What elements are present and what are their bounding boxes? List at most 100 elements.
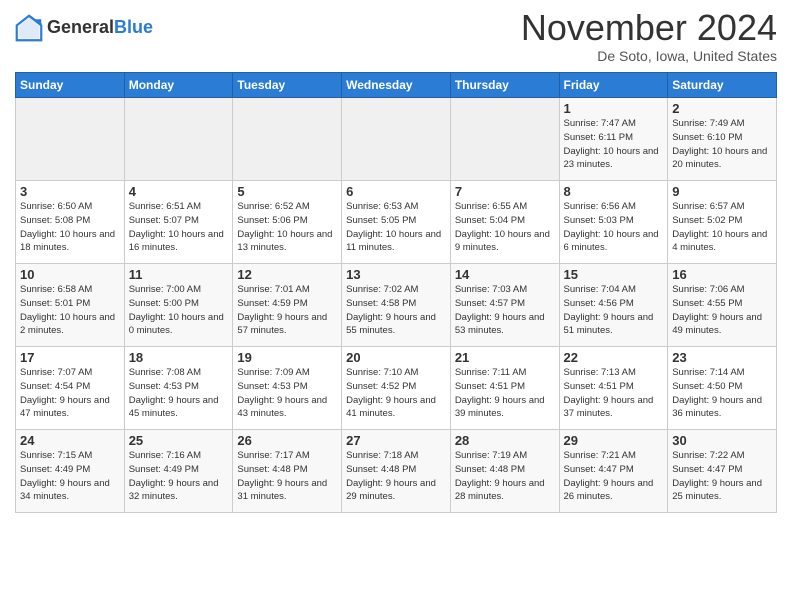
day-cell: 13Sunrise: 7:02 AM Sunset: 4:58 PM Dayli… <box>342 264 451 347</box>
weekday-header-friday: Friday <box>559 73 668 98</box>
day-cell: 14Sunrise: 7:03 AM Sunset: 4:57 PM Dayli… <box>450 264 559 347</box>
day-cell: 6Sunrise: 6:53 AM Sunset: 5:05 PM Daylig… <box>342 181 451 264</box>
day-cell: 28Sunrise: 7:19 AM Sunset: 4:48 PM Dayli… <box>450 430 559 513</box>
day-number: 12 <box>237 267 337 282</box>
day-cell: 18Sunrise: 7:08 AM Sunset: 4:53 PM Dayli… <box>124 347 233 430</box>
logo-name: GeneralBlue <box>47 18 153 38</box>
day-number: 17 <box>20 350 120 365</box>
day-number: 13 <box>346 267 446 282</box>
day-cell: 11Sunrise: 7:00 AM Sunset: 5:00 PM Dayli… <box>124 264 233 347</box>
day-number: 8 <box>564 184 664 199</box>
day-cell: 17Sunrise: 7:07 AM Sunset: 4:54 PM Dayli… <box>16 347 125 430</box>
day-cell: 25Sunrise: 7:16 AM Sunset: 4:49 PM Dayli… <box>124 430 233 513</box>
day-cell: 23Sunrise: 7:14 AM Sunset: 4:50 PM Dayli… <box>668 347 777 430</box>
day-cell: 19Sunrise: 7:09 AM Sunset: 4:53 PM Dayli… <box>233 347 342 430</box>
day-info: Sunrise: 7:15 AM Sunset: 4:49 PM Dayligh… <box>20 449 120 504</box>
day-number: 5 <box>237 184 337 199</box>
day-number: 18 <box>129 350 229 365</box>
logo-icon <box>15 14 43 42</box>
day-cell: 26Sunrise: 7:17 AM Sunset: 4:48 PM Dayli… <box>233 430 342 513</box>
day-info: Sunrise: 7:19 AM Sunset: 4:48 PM Dayligh… <box>455 449 555 504</box>
day-number: 9 <box>672 184 772 199</box>
day-info: Sunrise: 7:13 AM Sunset: 4:51 PM Dayligh… <box>564 366 664 421</box>
day-cell: 3Sunrise: 6:50 AM Sunset: 5:08 PM Daylig… <box>16 181 125 264</box>
day-number: 28 <box>455 433 555 448</box>
day-info: Sunrise: 6:50 AM Sunset: 5:08 PM Dayligh… <box>20 200 120 255</box>
weekday-header-monday: Monday <box>124 73 233 98</box>
day-info: Sunrise: 7:17 AM Sunset: 4:48 PM Dayligh… <box>237 449 337 504</box>
day-cell: 8Sunrise: 6:56 AM Sunset: 5:03 PM Daylig… <box>559 181 668 264</box>
weekday-header-row: SundayMondayTuesdayWednesdayThursdayFrid… <box>16 73 777 98</box>
day-cell: 22Sunrise: 7:13 AM Sunset: 4:51 PM Dayli… <box>559 347 668 430</box>
day-cell <box>124 98 233 181</box>
week-row-2: 3Sunrise: 6:50 AM Sunset: 5:08 PM Daylig… <box>16 181 777 264</box>
week-row-1: 1Sunrise: 7:47 AM Sunset: 6:11 PM Daylig… <box>16 98 777 181</box>
day-cell: 2Sunrise: 7:49 AM Sunset: 6:10 PM Daylig… <box>668 98 777 181</box>
day-info: Sunrise: 7:47 AM Sunset: 6:11 PM Dayligh… <box>564 117 664 172</box>
day-cell <box>233 98 342 181</box>
day-cell: 30Sunrise: 7:22 AM Sunset: 4:47 PM Dayli… <box>668 430 777 513</box>
day-number: 1 <box>564 101 664 116</box>
day-info: Sunrise: 7:49 AM Sunset: 6:10 PM Dayligh… <box>672 117 772 172</box>
day-info: Sunrise: 7:16 AM Sunset: 4:49 PM Dayligh… <box>129 449 229 504</box>
day-number: 29 <box>564 433 664 448</box>
day-number: 20 <box>346 350 446 365</box>
weekday-header-tuesday: Tuesday <box>233 73 342 98</box>
calendar-table: SundayMondayTuesdayWednesdayThursdayFrid… <box>15 72 777 513</box>
day-number: 14 <box>455 267 555 282</box>
day-info: Sunrise: 7:08 AM Sunset: 4:53 PM Dayligh… <box>129 366 229 421</box>
day-cell: 15Sunrise: 7:04 AM Sunset: 4:56 PM Dayli… <box>559 264 668 347</box>
day-number: 19 <box>237 350 337 365</box>
day-info: Sunrise: 7:10 AM Sunset: 4:52 PM Dayligh… <box>346 366 446 421</box>
day-info: Sunrise: 7:00 AM Sunset: 5:00 PM Dayligh… <box>129 283 229 338</box>
week-row-5: 24Sunrise: 7:15 AM Sunset: 4:49 PM Dayli… <box>16 430 777 513</box>
day-number: 26 <box>237 433 337 448</box>
day-info: Sunrise: 6:57 AM Sunset: 5:02 PM Dayligh… <box>672 200 772 255</box>
day-info: Sunrise: 6:51 AM Sunset: 5:07 PM Dayligh… <box>129 200 229 255</box>
week-row-4: 17Sunrise: 7:07 AM Sunset: 4:54 PM Dayli… <box>16 347 777 430</box>
day-info: Sunrise: 7:21 AM Sunset: 4:47 PM Dayligh… <box>564 449 664 504</box>
day-info: Sunrise: 6:52 AM Sunset: 5:06 PM Dayligh… <box>237 200 337 255</box>
day-cell: 12Sunrise: 7:01 AM Sunset: 4:59 PM Dayli… <box>233 264 342 347</box>
day-cell: 24Sunrise: 7:15 AM Sunset: 4:49 PM Dayli… <box>16 430 125 513</box>
day-info: Sunrise: 7:09 AM Sunset: 4:53 PM Dayligh… <box>237 366 337 421</box>
day-cell: 5Sunrise: 6:52 AM Sunset: 5:06 PM Daylig… <box>233 181 342 264</box>
day-number: 11 <box>129 267 229 282</box>
day-number: 2 <box>672 101 772 116</box>
month-title: November 2024 <box>521 10 777 46</box>
day-info: Sunrise: 6:56 AM Sunset: 5:03 PM Dayligh… <box>564 200 664 255</box>
day-number: 10 <box>20 267 120 282</box>
logo: GeneralBlue <box>15 14 153 42</box>
day-info: Sunrise: 7:22 AM Sunset: 4:47 PM Dayligh… <box>672 449 772 504</box>
week-row-3: 10Sunrise: 6:58 AM Sunset: 5:01 PM Dayli… <box>16 264 777 347</box>
weekday-header-wednesday: Wednesday <box>342 73 451 98</box>
day-cell: 7Sunrise: 6:55 AM Sunset: 5:04 PM Daylig… <box>450 181 559 264</box>
day-cell: 29Sunrise: 7:21 AM Sunset: 4:47 PM Dayli… <box>559 430 668 513</box>
day-info: Sunrise: 7:01 AM Sunset: 4:59 PM Dayligh… <box>237 283 337 338</box>
day-number: 25 <box>129 433 229 448</box>
day-info: Sunrise: 7:04 AM Sunset: 4:56 PM Dayligh… <box>564 283 664 338</box>
day-number: 6 <box>346 184 446 199</box>
weekday-header-sunday: Sunday <box>16 73 125 98</box>
day-number: 15 <box>564 267 664 282</box>
weekday-header-saturday: Saturday <box>668 73 777 98</box>
location: De Soto, Iowa, United States <box>521 48 777 64</box>
day-info: Sunrise: 6:58 AM Sunset: 5:01 PM Dayligh… <box>20 283 120 338</box>
day-cell <box>342 98 451 181</box>
day-number: 7 <box>455 184 555 199</box>
day-cell: 10Sunrise: 6:58 AM Sunset: 5:01 PM Dayli… <box>16 264 125 347</box>
title-block: November 2024 De Soto, Iowa, United Stat… <box>521 10 777 64</box>
day-cell: 1Sunrise: 7:47 AM Sunset: 6:11 PM Daylig… <box>559 98 668 181</box>
day-info: Sunrise: 7:18 AM Sunset: 4:48 PM Dayligh… <box>346 449 446 504</box>
day-number: 22 <box>564 350 664 365</box>
day-info: Sunrise: 7:11 AM Sunset: 4:51 PM Dayligh… <box>455 366 555 421</box>
day-info: Sunrise: 6:55 AM Sunset: 5:04 PM Dayligh… <box>455 200 555 255</box>
day-cell <box>16 98 125 181</box>
day-cell: 27Sunrise: 7:18 AM Sunset: 4:48 PM Dayli… <box>342 430 451 513</box>
day-number: 27 <box>346 433 446 448</box>
day-number: 30 <box>672 433 772 448</box>
day-cell: 4Sunrise: 6:51 AM Sunset: 5:07 PM Daylig… <box>124 181 233 264</box>
day-info: Sunrise: 7:06 AM Sunset: 4:55 PM Dayligh… <box>672 283 772 338</box>
day-cell: 20Sunrise: 7:10 AM Sunset: 4:52 PM Dayli… <box>342 347 451 430</box>
day-number: 21 <box>455 350 555 365</box>
